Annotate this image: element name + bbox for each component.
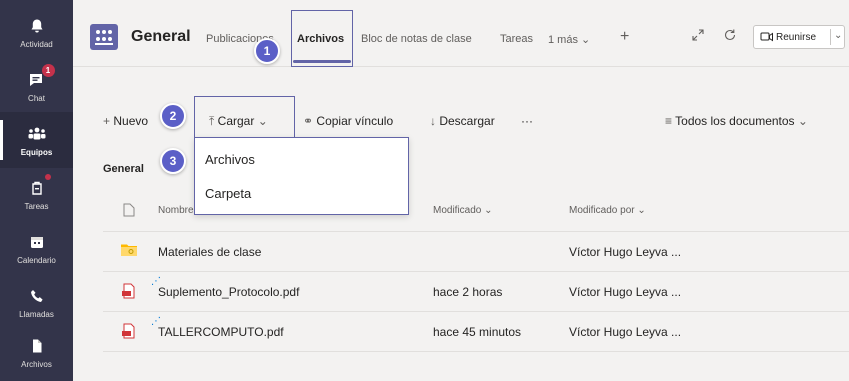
tab-more-label: 1 más	[548, 34, 578, 46]
table-row[interactable]: ⋰ Suplemento_Protocolo.pdf hace 2 horas …	[103, 272, 849, 312]
step-callout-1: 1	[254, 38, 280, 64]
download-label: Descargar	[439, 114, 495, 128]
plus-icon: +	[103, 114, 111, 128]
rail-label: Llamadas	[19, 310, 54, 319]
more-options-button[interactable]: ···	[521, 114, 533, 128]
command-bar: + Nuevo ⤒ Cargar ⌄ ⚭ Copiar vínculo ↓ De…	[73, 67, 849, 146]
split-divider	[830, 29, 831, 45]
file-name[interactable]: Materiales de clase	[158, 245, 261, 259]
chevron-down-icon: ⌄	[797, 114, 808, 128]
app-rail: Actividad 1 Chat Equipos Tareas Calendar…	[0, 0, 73, 381]
chevron-down-icon[interactable]: ⌄	[834, 30, 842, 41]
rail-item-equipos[interactable]: Equipos	[0, 112, 73, 168]
copy-link-label: Copiar vínculo	[316, 114, 394, 128]
column-header-label: Nombre	[158, 205, 194, 216]
file-name[interactable]: TALLERCOMPUTO.pdf	[158, 325, 284, 339]
tab-tareas[interactable]: Tareas	[500, 33, 533, 45]
column-header-label: Modificado	[433, 205, 482, 216]
table-row[interactable]: ⋰ TALLERCOMPUTO.pdf hace 45 minutos Víct…	[103, 312, 849, 352]
breadcrumb-item[interactable]: General	[103, 163, 144, 175]
rail-item-llamadas[interactable]: Llamadas	[0, 274, 73, 330]
rail-item-tareas[interactable]: Tareas	[0, 166, 73, 222]
modified-time: hace 2 horas	[433, 285, 503, 299]
reunirse-label: Reunirse	[776, 32, 817, 43]
chevron-down-icon: ⌄	[257, 114, 268, 128]
modified-by: Víctor Hugo Leyva ...	[569, 285, 682, 299]
expand-icon[interactable]	[691, 28, 705, 45]
rail-label: Chat	[28, 94, 45, 103]
rail-label: Tareas	[24, 202, 49, 211]
rail-item-archivos[interactable]: Archivos	[0, 324, 73, 380]
file-name[interactable]: Suplemento_Protocolo.pdf	[158, 285, 299, 299]
calendar-icon	[26, 231, 48, 253]
new-label: Nuevo	[113, 114, 149, 128]
channel-title: General	[131, 28, 191, 45]
folder-icon	[121, 243, 137, 259]
upload-dropdown-menu: Archivos Carpeta	[194, 137, 409, 215]
modified-time: hace 45 minutos	[433, 325, 522, 339]
tab-archivos[interactable]: Archivos	[297, 33, 344, 45]
team-logo-icon	[90, 24, 118, 50]
upload-icon: ⤒	[209, 114, 215, 128]
teams-icon	[26, 123, 48, 145]
upload-button[interactable]: ⤒ Cargar ⌄	[209, 114, 268, 129]
rail-label: Actividad	[20, 40, 53, 49]
rail-label: Equipos	[20, 148, 53, 157]
column-header-modified-by[interactable]: Modificado por ⌄	[569, 205, 646, 216]
menu-item-archivos[interactable]: Archivos	[205, 152, 255, 167]
bell-icon	[26, 15, 48, 37]
view-selector[interactable]: ≡ Todos los documentos ⌄	[665, 114, 808, 128]
step-callout-2: 2	[160, 103, 186, 129]
new-button[interactable]: + Nuevo	[103, 114, 148, 128]
view-label: Todos los documentos	[675, 114, 795, 128]
rail-label: Calendario	[17, 256, 56, 265]
filter-lines-icon: ≡	[665, 114, 673, 128]
reunirse-button[interactable]: Reunirse ⌄	[753, 25, 845, 49]
channel-header: General Publicaciones Archivos Bloc de n…	[73, 0, 849, 67]
link-icon: ⚭	[303, 114, 314, 128]
copy-link-button[interactable]: ⚭ Copiar vínculo	[303, 114, 393, 128]
pdf-icon	[121, 323, 137, 342]
rail-item-chat[interactable]: 1 Chat	[0, 58, 73, 114]
tab-more[interactable]: 1 más ⌄	[548, 33, 590, 46]
tab-bloc-de-notas[interactable]: Bloc de notas de clase	[361, 33, 472, 45]
add-tab-button[interactable]: +	[620, 28, 629, 46]
upload-label: Cargar	[217, 114, 255, 128]
chevron-down-icon: ⌄	[581, 34, 591, 46]
chat-icon: 1	[26, 64, 55, 91]
rail-item-calendario[interactable]: Calendario	[0, 220, 73, 276]
files-pane: + Nuevo ⤒ Cargar ⌄ ⚭ Copiar vínculo ↓ De…	[73, 67, 849, 381]
table-row[interactable]: Materiales de clase Víctor Hugo Leyva ..…	[103, 232, 849, 272]
column-header-label: Modificado por	[569, 205, 635, 216]
download-icon: ↓	[430, 114, 436, 128]
modified-by: Víctor Hugo Leyva ...	[569, 245, 682, 259]
rail-item-actividad[interactable]: Actividad	[0, 4, 73, 60]
menu-item-carpeta[interactable]: Carpeta	[205, 186, 251, 201]
assignments-icon	[26, 174, 51, 199]
column-header-modified[interactable]: Modificado ⌄	[433, 205, 493, 216]
rail-label: Archivos	[21, 360, 52, 369]
step-callout-3: 3	[160, 148, 186, 174]
modified-by: Víctor Hugo Leyva ...	[569, 325, 682, 339]
download-button[interactable]: ↓ Descargar	[430, 114, 495, 128]
chat-badge: 1	[41, 64, 55, 77]
notification-dot	[44, 174, 51, 180]
active-tab-indicator	[293, 60, 351, 63]
video-camera-icon	[760, 31, 774, 46]
file-list: Nombre ↑ Modificado ⌄ Modificado por ⌄ M…	[73, 192, 849, 381]
breadcrumb: General	[73, 146, 849, 192]
pdf-icon	[121, 283, 137, 302]
file-type-icon	[123, 203, 135, 220]
file-icon	[26, 335, 48, 357]
phone-icon	[26, 285, 48, 307]
refresh-icon[interactable]	[723, 28, 737, 45]
